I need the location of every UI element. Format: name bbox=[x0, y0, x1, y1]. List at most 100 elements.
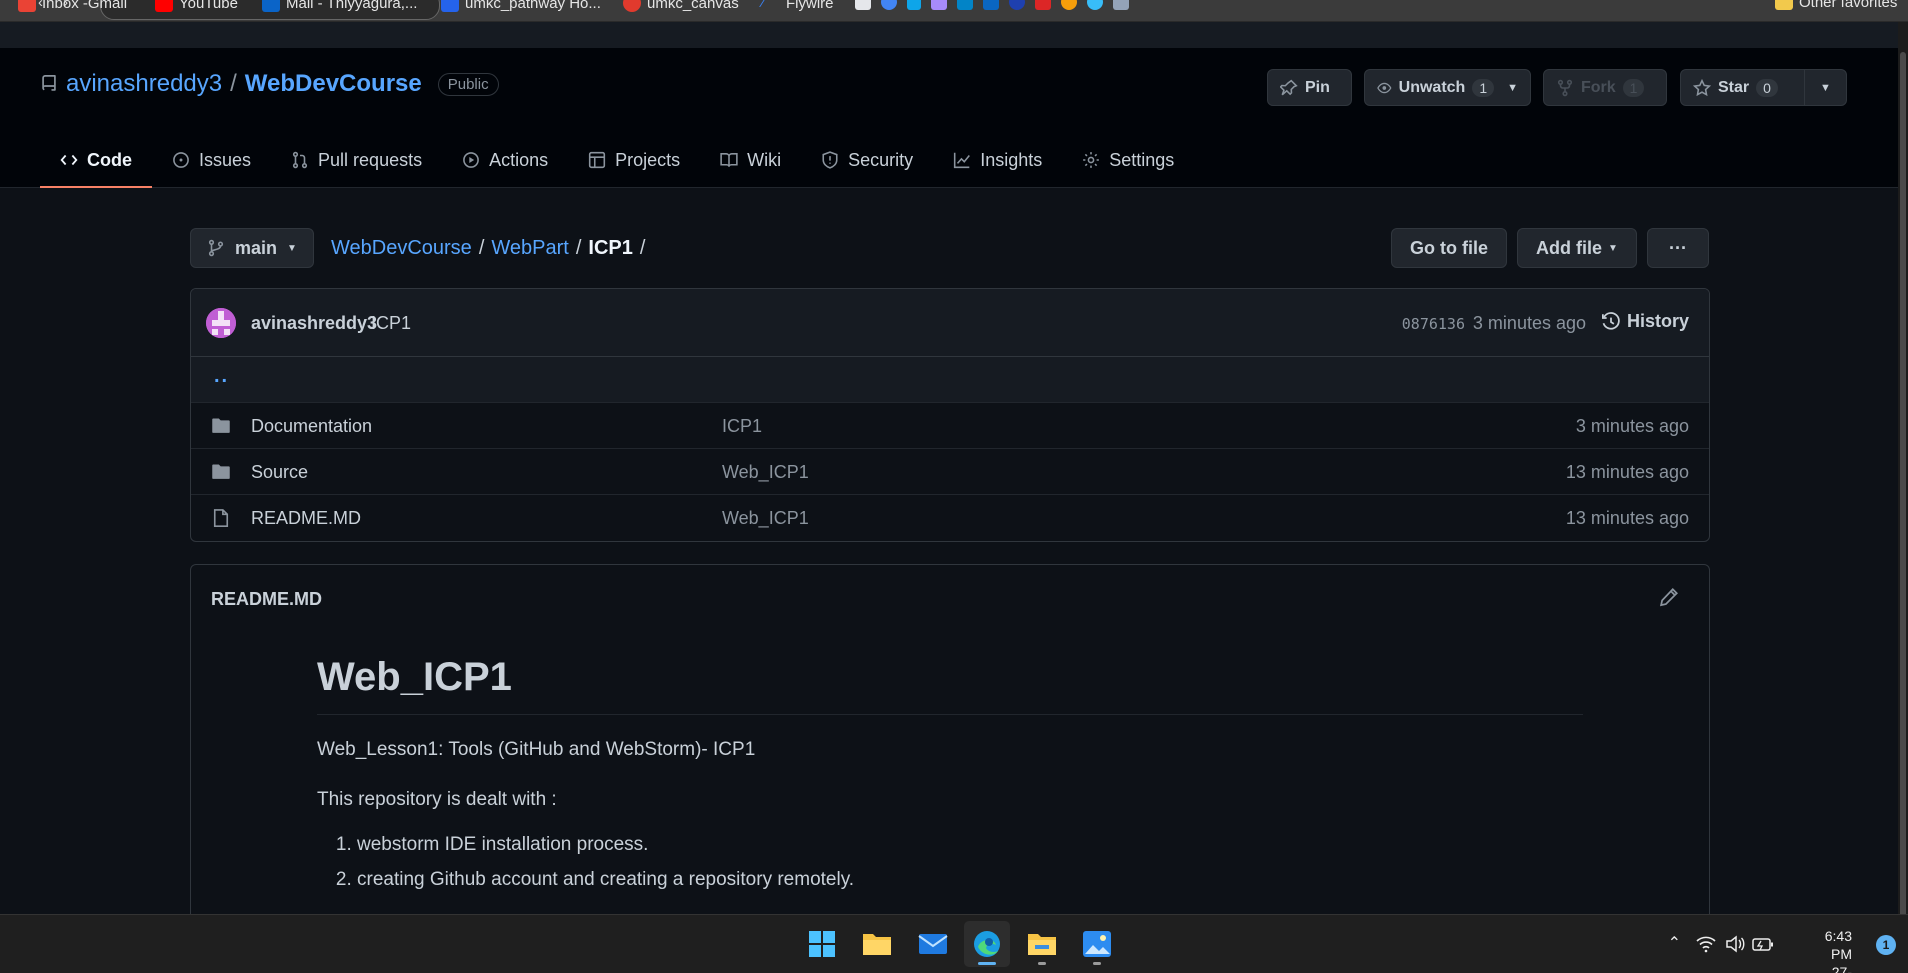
favorite-label: Flywire bbox=[786, 0, 834, 12]
identicon-icon bbox=[206, 308, 236, 338]
taskbar-file-explorer-2[interactable] bbox=[1019, 921, 1065, 967]
go-to-file-button[interactable]: Go to file bbox=[1391, 228, 1507, 268]
favorite-gmail[interactable]: Inbox -Gmail bbox=[18, 0, 127, 12]
github-global-header bbox=[0, 22, 1908, 48]
start-button[interactable] bbox=[799, 921, 845, 967]
avatar[interactable] bbox=[206, 308, 236, 338]
favorite-icons-group[interactable] bbox=[855, 0, 1129, 10]
windows-taskbar: ⌃ 6:43 PM 27-Jan-22 1 bbox=[0, 914, 1908, 973]
repo-owner-link[interactable]: avinashreddy3 bbox=[66, 70, 222, 98]
tab-actions[interactable]: Actions bbox=[442, 132, 568, 188]
taskbar-edge[interactable] bbox=[964, 921, 1010, 967]
file-name-link[interactable]: Documentation bbox=[251, 416, 372, 437]
favorite-mail[interactable]: Mail - Thiyyagura,... bbox=[262, 0, 417, 12]
history-link[interactable]: History bbox=[1601, 311, 1689, 332]
latest-commit-row: avinashreddy3 ICP1 0876136 3 minutes ago… bbox=[191, 289, 1709, 357]
taskbar-photos[interactable] bbox=[1074, 921, 1120, 967]
file-commit-message-link[interactable]: Web_ICP1 bbox=[722, 508, 809, 529]
folder-icon bbox=[212, 418, 230, 433]
pin-button[interactable]: Pin bbox=[1267, 69, 1352, 106]
volume-icon[interactable] bbox=[1725, 935, 1745, 953]
favorite-canvas[interactable]: umkc_canvas bbox=[623, 0, 739, 12]
breadcrumb-separator: / bbox=[478, 237, 485, 259]
chevron-down-icon: ▼ bbox=[1820, 81, 1831, 94]
table-row[interactable]: Documentation ICP1 3 minutes ago bbox=[191, 403, 1709, 449]
code-icon bbox=[60, 154, 78, 166]
parent-directory-row[interactable]: .. bbox=[191, 357, 1709, 403]
star-button[interactable]: Star 0 bbox=[1680, 69, 1805, 106]
commit-sha-link[interactable]: 0876136 bbox=[1402, 315, 1465, 333]
battery-icon[interactable] bbox=[1752, 935, 1774, 953]
forks-count: 1 bbox=[1622, 78, 1645, 97]
favorite-label: YouTube bbox=[179, 0, 238, 12]
tab-settings[interactable]: Settings bbox=[1062, 132, 1194, 188]
table-row[interactable]: README.MD Web_ICP1 13 minutes ago bbox=[191, 495, 1709, 541]
notification-badge[interactable]: 1 bbox=[1876, 935, 1896, 955]
readme-filename: README.MD bbox=[211, 589, 322, 609]
breadcrumb-folder-link[interactable]: WebPart bbox=[491, 237, 568, 260]
add-file-button[interactable]: Add file ▼ bbox=[1517, 228, 1637, 268]
favorite-label: umkc_pathway Ho... bbox=[465, 0, 601, 12]
unwatch-label: Unwatch bbox=[1398, 78, 1466, 96]
favorite-flywire[interactable]: ⁄ Flywire bbox=[762, 0, 834, 12]
taskbar-file-explorer[interactable] bbox=[854, 921, 900, 967]
commit-message-link[interactable]: ICP1 bbox=[371, 313, 411, 334]
tab-label: Projects bbox=[615, 149, 681, 170]
star-label: Star bbox=[1718, 78, 1750, 96]
repo-name-link[interactable]: WebDevCourse bbox=[245, 70, 422, 98]
unwatch-button[interactable]: Unwatch 1 ▼ bbox=[1364, 69, 1531, 106]
edge-icon bbox=[974, 931, 1000, 957]
tab-code[interactable]: Code bbox=[40, 132, 152, 188]
clock-date: 27-Jan-22 bbox=[1831, 964, 1852, 973]
taskbar-mail[interactable] bbox=[910, 921, 956, 967]
bookmark-icon bbox=[1087, 0, 1103, 10]
taskbar-clock[interactable]: 6:43 PM 27-Jan-22 bbox=[1825, 927, 1852, 973]
tab-wiki[interactable]: Wiki bbox=[700, 132, 801, 188]
folder-icon bbox=[212, 464, 230, 479]
file-commit-time: 3 minutes ago bbox=[1575, 416, 1689, 436]
branch-select-button[interactable]: main ▼ bbox=[190, 228, 314, 268]
other-favorites[interactable]: Other favorites bbox=[1775, 0, 1897, 11]
go-to-file-label: Go to file bbox=[1410, 237, 1488, 258]
other-favorites-label: Other favorites bbox=[1799, 0, 1898, 11]
page-scrollbar[interactable] bbox=[1898, 22, 1908, 922]
star-dropdown-button[interactable]: ▼ bbox=[1804, 69, 1847, 106]
commit-author-link[interactable]: avinashreddy3 bbox=[251, 313, 377, 334]
fork-label: Fork bbox=[1581, 78, 1616, 96]
windows-start-icon bbox=[809, 931, 835, 957]
watchers-count: 1 bbox=[1472, 78, 1495, 97]
tab-insights[interactable]: Insights bbox=[933, 132, 1062, 188]
readme-content: Web_ICP1 Web_Lesson1: Tools (GitHub and … bbox=[317, 655, 1583, 904]
chevron-down-icon: ▼ bbox=[287, 242, 297, 254]
file-name-link[interactable]: Source bbox=[251, 462, 308, 483]
tab-projects[interactable]: Projects bbox=[568, 132, 700, 188]
file-name-link[interactable]: README.MD bbox=[251, 508, 361, 529]
tab-label: Insights bbox=[980, 149, 1043, 170]
tab-issues[interactable]: Issues bbox=[152, 132, 271, 188]
parent-directory-link[interactable]: .. bbox=[214, 365, 229, 388]
wifi-icon[interactable] bbox=[1696, 935, 1716, 953]
tab-pull-requests[interactable]: Pull requests bbox=[271, 132, 442, 188]
pull-request-icon bbox=[292, 151, 308, 169]
file-explorer-icon bbox=[1028, 934, 1056, 955]
fork-button[interactable]: Fork 1 bbox=[1543, 69, 1667, 106]
project-icon bbox=[589, 151, 606, 169]
more-options-button[interactable]: ··· bbox=[1647, 228, 1709, 268]
chevron-up-icon[interactable]: ⌃ bbox=[1668, 933, 1681, 953]
file-commit-message-link[interactable]: ICP1 bbox=[722, 416, 762, 437]
kebab-icon: ··· bbox=[1669, 237, 1687, 258]
breadcrumb-root-link[interactable]: WebDevCourse bbox=[331, 237, 472, 260]
favorite-youtube[interactable]: YouTube bbox=[155, 0, 238, 12]
bookmark-icon bbox=[907, 0, 921, 10]
tab-security[interactable]: Security bbox=[801, 132, 933, 188]
pencil-icon[interactable] bbox=[1659, 587, 1679, 607]
scrollbar-thumb[interactable] bbox=[1900, 52, 1906, 922]
favorite-pathway[interactable]: umkc_pathway Ho... bbox=[441, 0, 601, 12]
table-row[interactable]: Source Web_ICP1 13 minutes ago bbox=[191, 449, 1709, 495]
tab-label: Pull requests bbox=[318, 149, 423, 170]
linkedin-icon bbox=[983, 0, 999, 10]
file-commit-message-link[interactable]: Web_ICP1 bbox=[722, 462, 809, 483]
bookmark-icon bbox=[855, 0, 871, 10]
issue-icon bbox=[173, 152, 189, 168]
browser-favorites-bar: ‹ › Inbox -Gmail YouTube Mail - Thiyyagu… bbox=[0, 0, 1908, 22]
